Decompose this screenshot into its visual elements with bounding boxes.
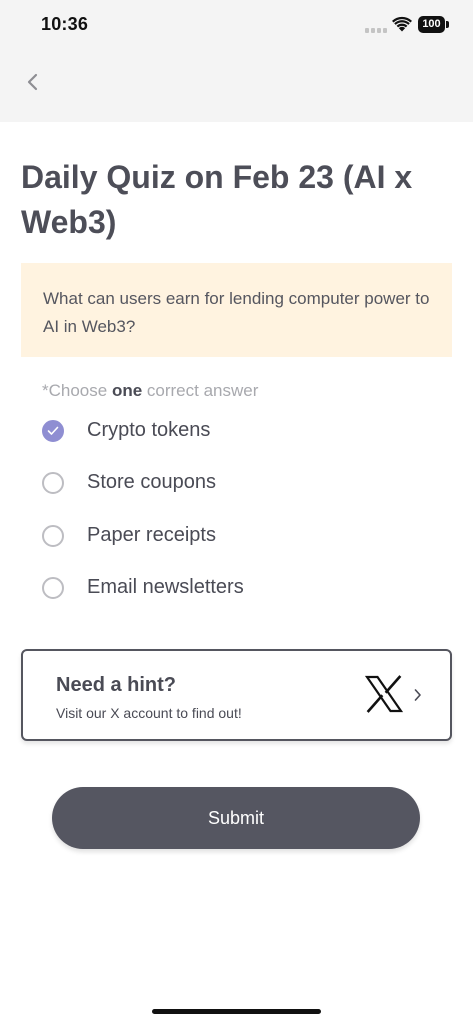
hint-title: Need a hint? <box>56 674 177 696</box>
instruction-suffix: correct answer <box>142 381 259 400</box>
home-indicator[interactable] <box>152 1009 321 1014</box>
option-label: Email newsletters <box>87 576 244 598</box>
status-bar: 10:36 100 <box>0 0 473 52</box>
chevron-left-icon <box>27 73 38 91</box>
radio-checked-icon[interactable] <box>42 420 64 442</box>
question-text: What can users earn for lending computer… <box>43 289 430 336</box>
option-store-coupons[interactable]: Store coupons <box>42 464 422 504</box>
instruction-prefix: *Choose <box>42 381 112 400</box>
page-title: Daily Quiz on Feb 23 (AI x Web3) <box>21 159 413 240</box>
submit-button[interactable]: Submit <box>52 787 420 849</box>
option-label: Store coupons <box>87 471 216 493</box>
chevron-right-icon <box>414 689 421 701</box>
status-time: 10:36 <box>41 14 89 34</box>
option-email-newsletters[interactable]: Email newsletters <box>42 569 422 609</box>
option-label: Crypto tokens <box>87 419 211 441</box>
question-box: What can users earn for lending computer… <box>21 263 452 357</box>
battery-tip <box>446 21 449 28</box>
cellular-signal-icon <box>365 28 387 33</box>
option-paper-receipts[interactable]: Paper receipts <box>42 517 422 557</box>
battery-icon: 100 <box>418 16 450 33</box>
radio-unchecked-icon[interactable] <box>42 472 64 494</box>
option-label: Paper receipts <box>87 524 216 546</box>
option-crypto-tokens[interactable]: Crypto tokens <box>42 412 422 452</box>
instruction-emphasis: one <box>111 381 143 400</box>
answer-instruction: *Choose one correct answer <box>42 381 258 401</box>
x-logo-icon <box>365 675 403 713</box>
checkmark-icon <box>47 426 59 435</box>
wifi-icon <box>392 16 412 32</box>
back-button[interactable] <box>18 62 50 102</box>
hint-card[interactable]: Need a hint? Visit our X account to find… <box>21 649 452 741</box>
hint-subtitle: Visit our X account to find out! <box>56 705 242 721</box>
radio-unchecked-icon[interactable] <box>42 525 64 547</box>
radio-unchecked-icon[interactable] <box>42 577 64 599</box>
battery-level: 100 <box>418 16 445 33</box>
